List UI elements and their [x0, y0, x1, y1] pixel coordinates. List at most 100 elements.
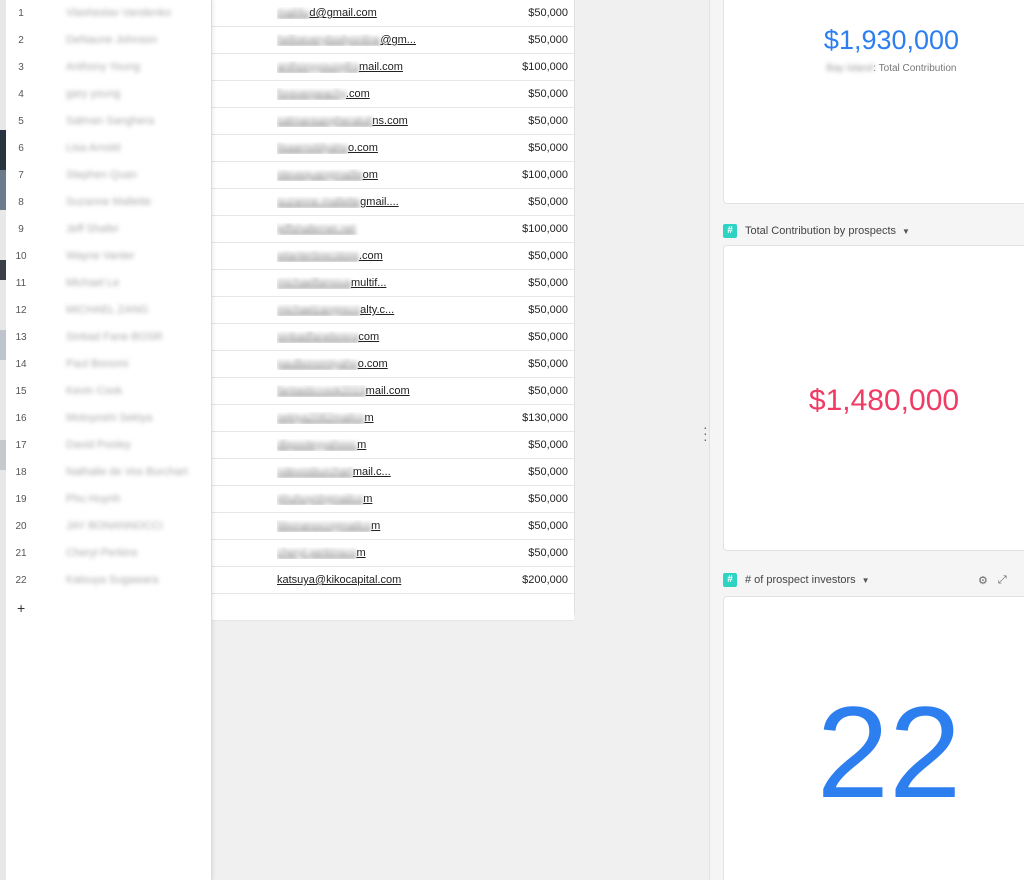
email-cell[interactable]: wtanterbrecstore.com — [277, 250, 419, 262]
row-number: 11 — [15, 277, 27, 289]
contribution-cell[interactable]: $50,000 — [448, 196, 568, 208]
investor-name-cell[interactable]: Jeff Shafer — [66, 223, 206, 235]
investor-name-cell[interactable]: MICHAEL ZANG — [66, 304, 206, 316]
row-number: 18 — [15, 466, 27, 478]
investor-name-cell[interactable]: Salman Sanghera — [66, 115, 206, 127]
investor-name-cell[interactable]: DeNaune Johnson — [66, 34, 206, 46]
contribution-cell[interactable]: $100,000 — [448, 169, 568, 181]
email-cell[interactable]: anthonyyoungfromail.com — [277, 61, 419, 73]
contribution-cell[interactable]: $50,000 — [448, 277, 568, 289]
email-cell[interactable]: sinbadfanebosracom — [277, 331, 419, 343]
contribution-cell[interactable]: $50,000 — [448, 88, 568, 100]
summary-card-prospects[interactable]: $1,480,000 — [723, 245, 1024, 551]
investor-name-cell[interactable]: Stephen Quan — [66, 169, 206, 181]
gear-icon[interactable]: ⚙ — [978, 574, 988, 587]
row-number: 12 — [15, 304, 27, 316]
email-cell[interactable]: fantasticcook2019mail.com — [277, 385, 419, 397]
row-number: 7 — [18, 169, 24, 181]
summary-card-total[interactable]: $1,930,000 Bay Island: Total Contributio… — [723, 0, 1024, 204]
email-cell[interactable]: paulbonomiyahoo.com — [277, 358, 419, 370]
email-cell[interactable]: ndevosburchartmail.c... — [277, 466, 419, 478]
investor-name-cell[interactable]: Cheryl Perkins — [66, 547, 206, 559]
row-number: 19 — [15, 493, 27, 505]
dashboard-panel: $1,930,000 Bay Island: Total Contributio… — [709, 0, 1024, 880]
row-number: 21 — [15, 547, 27, 559]
contribution-cell[interactable]: $50,000 — [448, 304, 568, 316]
widget-header-investors[interactable]: # # of prospect investors ▼ — [723, 571, 870, 589]
plus-icon: + — [17, 600, 26, 616]
expand-icon[interactable]: ⤢ — [998, 574, 1007, 587]
widget-header-prospects[interactable]: # Total Contribution by prospects ▼ — [723, 222, 910, 240]
contribution-cell[interactable]: $50,000 — [448, 358, 568, 370]
row-number: 20 — [15, 520, 27, 532]
contribution-cell[interactable]: $100,000 — [448, 61, 568, 73]
contribution-cell[interactable]: $50,000 — [448, 520, 568, 532]
investor-name-cell[interactable]: Phu Huynh — [66, 493, 206, 505]
investor-name-cell[interactable]: Vlasheslav Vandenko — [66, 7, 206, 19]
number-field-icon: # — [723, 224, 737, 238]
email-cell[interactable]: sekiya2082mailcom — [277, 412, 419, 424]
contribution-cell[interactable]: $50,000 — [448, 34, 568, 46]
email-cell[interactable]: michaelfamousmultif... — [277, 277, 419, 289]
contribution-cell[interactable]: $50,000 — [448, 331, 568, 343]
email-cell[interactable]: cheryl.perkinscom — [277, 547, 419, 559]
email-cell[interactable]: dbpooleyyahoocm — [277, 439, 419, 451]
investor-name-cell[interactable]: Katsuya Sugawara — [66, 574, 206, 586]
investor-name-cell[interactable]: Anthony Young — [66, 61, 206, 73]
contribution-cell[interactable]: $50,000 — [448, 547, 568, 559]
email-cell[interactable]: stevequangmailleom — [277, 169, 419, 181]
total-contribution-caption: Bay Island: Total Contribution — [826, 63, 957, 74]
contribution-cell[interactable]: $50,000 — [448, 385, 568, 397]
email-cell[interactable]: jeffshafernet.net — [277, 223, 419, 235]
investor-name-cell[interactable]: David Pooley — [66, 439, 206, 451]
row-number: 8 — [18, 196, 24, 208]
email-cell[interactable]: salmansangheralutins.com — [277, 115, 419, 127]
row-number: 14 — [15, 358, 27, 370]
investor-name-cell[interactable]: Nathalie de Vos Burchart — [66, 466, 206, 478]
contribution-cell[interactable]: $130,000 — [448, 412, 568, 424]
row-number: 17 — [15, 439, 27, 451]
contribution-cell[interactable]: $50,000 — [448, 250, 568, 262]
contribution-cell[interactable]: $50,000 — [448, 7, 568, 19]
investor-name-cell[interactable]: Motoyoshi Sekiya — [66, 412, 206, 424]
total-contribution-value: $1,930,000 — [823, 25, 960, 55]
email-cell[interactable]: katsuya@kikocapital.com — [277, 574, 419, 586]
row-number: 15 — [15, 385, 27, 397]
row-number: 10 — [15, 250, 27, 262]
contribution-cell[interactable]: $100,000 — [448, 223, 568, 235]
email-cell[interactable]: lisaarnoldyahoo.com — [277, 142, 419, 154]
email-cell[interactable]: suzanne.mallettegmail.... — [277, 196, 419, 208]
investor-name-cell[interactable]: gary young — [66, 88, 206, 100]
contribution-cell[interactable]: $200,000 — [448, 574, 568, 586]
investor-name-cell[interactable]: Kevin Cook — [66, 385, 206, 397]
investor-name-cell[interactable]: JAY BONANNOCCI — [66, 520, 206, 532]
email-cell[interactable]: bbonanoccigmailcom — [277, 520, 419, 532]
row-number: 6 — [18, 142, 24, 154]
widget-tools: ⚙ ⤢ — [978, 571, 1007, 589]
investor-name-cell[interactable]: Wayne Vanter — [66, 250, 206, 262]
contribution-cell[interactable]: $50,000 — [448, 493, 568, 505]
pane-resize-handle[interactable]: · · · — [703, 420, 708, 446]
table-edge — [574, 0, 575, 615]
email-cell[interactable]: mail4ud@gmail.com — [277, 7, 419, 19]
widget-title: # of prospect investors — [745, 574, 856, 586]
email-cell[interactable]: phuhuynhgmailcom — [277, 493, 419, 505]
investor-name-cell[interactable]: Suzanne Mallette — [66, 196, 206, 208]
contribution-cell[interactable]: $50,000 — [448, 115, 568, 127]
email-cell[interactable]: foreverpeachy.com — [277, 88, 419, 100]
records-grid: 1 Vlasheslav Vandenko mail4ud@gmail.com $50… — [6, 0, 706, 880]
investor-name-cell[interactable]: Sinbad Fane BOSR — [66, 331, 206, 343]
contribution-cell[interactable]: $50,000 — [448, 439, 568, 451]
email-cell[interactable]: michaelzangrecoalty.c... — [277, 304, 419, 316]
investor-count-value: 22 — [816, 679, 962, 825]
chevron-down-icon[interactable]: ▼ — [902, 227, 910, 236]
investor-name-cell[interactable]: Lisa Arnold — [66, 142, 206, 154]
investor-name-cell[interactable]: Michael Le — [66, 277, 206, 289]
contribution-cell[interactable]: $50,000 — [448, 142, 568, 154]
investor-name-cell[interactable]: Paul Bonomi — [66, 358, 206, 370]
summary-card-investors[interactable]: 22 — [723, 596, 1024, 880]
contribution-cell[interactable]: $50,000 — [448, 466, 568, 478]
email-cell[interactable]: helloeverybodyonline@gm... — [277, 34, 419, 46]
chevron-down-icon[interactable]: ▼ — [862, 576, 870, 585]
row-number: 22 — [15, 574, 27, 586]
